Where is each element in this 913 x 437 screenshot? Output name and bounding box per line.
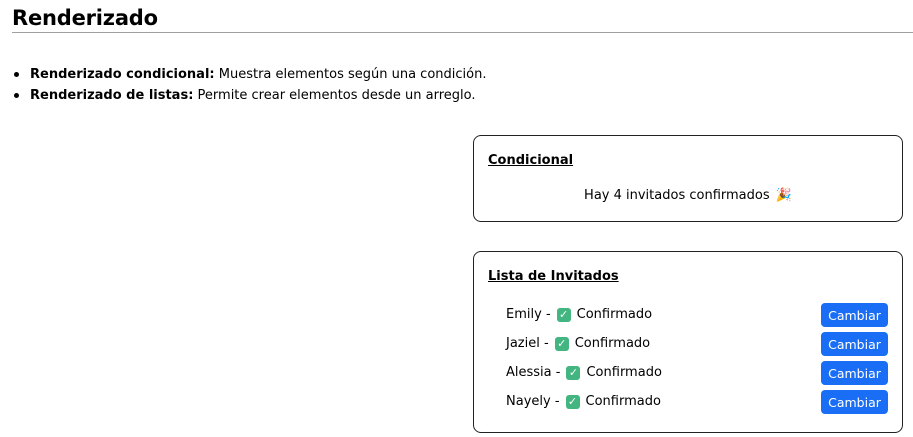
guest-row: Alessia - ✓ Confirmado Cambiar [506,361,888,385]
guest-status: Confirmado [576,307,653,322]
list-item-term: Renderizado de listas: [30,88,194,103]
bullet-icon [14,72,19,77]
list-item-term: Renderizado condicional: [30,67,215,82]
confirmed-count-message: Hay 4 invitados confirmados 🎉 [474,187,902,205]
change-status-button[interactable]: Cambiar [821,390,888,414]
confirmed-count-text: Hay 4 invitados confirmados [584,188,770,203]
guest-name: Nayely [506,394,551,409]
list-item: Renderizado condicional: Muestra element… [12,64,486,85]
guest-entry: Emily - ✓ Confirmado [506,306,652,324]
conditional-card: Condicional Hay 4 invitados confirmados … [473,135,903,222]
guest-status: Confirmado [585,394,661,409]
concept-list: Renderizado condicional: Muestra element… [12,64,486,106]
check-mark-button-icon: ✓ [565,395,580,409]
check-mark-button-icon: ✓ [566,366,581,380]
guest-status: Confirmado [586,365,662,380]
guest-name: Emily [506,307,542,322]
check-mark-button-icon: ✓ [554,337,569,351]
guest-separator: - [554,394,560,409]
change-status-button[interactable]: Cambiar [821,361,888,385]
guest-entry: Nayely - ✓ Confirmado [506,393,661,411]
guest-separator: - [555,365,561,380]
guest-entry: Jaziel - ✓ Confirmado [506,335,650,353]
bullet-icon [14,93,19,98]
check-mark-button-icon: ✓ [556,308,571,322]
conditional-card-title: Condicional [488,153,574,168]
page-title: Renderizado [12,6,158,30]
guest-separator: - [545,307,551,322]
guest-row: Nayely - ✓ Confirmado Cambiar [506,390,888,414]
guest-name: Alessia [506,365,552,380]
guest-status: Confirmado [574,336,651,351]
list-item: Renderizado de listas: Permite crear ele… [12,85,486,106]
guest-name: Jaziel [506,336,540,351]
guest-list-title: Lista de Invitados [488,269,619,284]
guest-list-card: Lista de Invitados Emily - ✓ Confirmado Ca… [473,251,903,433]
guest-row: Jaziel - ✓ Confirmado Cambiar [506,332,888,356]
change-status-button[interactable]: Cambiar [821,332,888,356]
list-item-text: Muestra elementos según una condición. [214,67,487,82]
guest-separator: - [544,336,549,351]
page: Renderizado Renderizado condicional: Mue… [0,0,913,437]
title-divider [12,32,913,33]
guest-row: Emily - ✓ Confirmado Cambiar [506,303,888,327]
guest-entry: Alessia - ✓ Confirmado [506,364,662,382]
change-status-button[interactable]: Cambiar [821,303,888,327]
party-popper-icon: 🎉 [775,188,792,203]
list-item-text: Permite crear elementos desde un arreglo… [193,88,476,103]
